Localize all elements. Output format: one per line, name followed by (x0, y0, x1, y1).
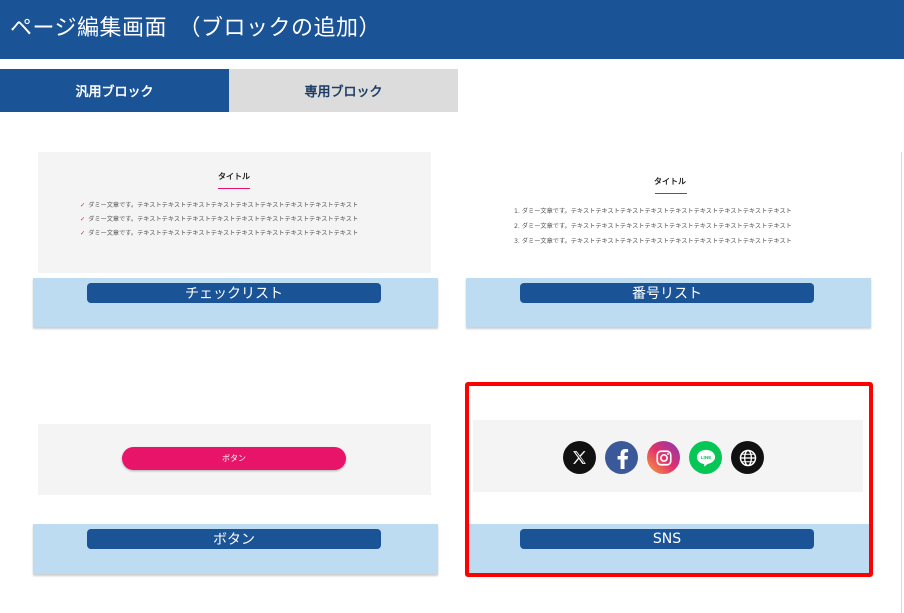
check-icon: ✓ (80, 202, 86, 209)
sns-highlight-frame (465, 382, 873, 577)
title-underline (218, 188, 250, 189)
sample-pink-button: ボタン (122, 447, 346, 470)
numbered-line: 1. ダミー文章です。テキストテキストテキストテキストテキストテキストテキストテ… (514, 208, 792, 215)
check-icon: ✓ (80, 230, 86, 237)
page-title: ページ編集画面 （ブロックの追加） (10, 16, 382, 41)
checklist-line: ✓ ダミー文章です。テキストテキストテキストテキストテキストテキストテキストテキス… (80, 216, 359, 223)
tab-general-blocks[interactable]: 汎用ブロック (0, 69, 229, 112)
check-icon: ✓ (80, 216, 86, 223)
numbered-line: 2. ダミー文章です。テキストテキストテキストテキストテキストテキストテキストテ… (514, 223, 792, 230)
numbered-button[interactable]: 番号リスト (520, 283, 814, 303)
tab-dedicated-blocks[interactable]: 専用ブロック (229, 69, 458, 112)
checklist-line: ✓ ダミー文章です。テキストテキストテキストテキストテキストテキストテキストテキス… (80, 202, 359, 209)
checklist-line: ✓ ダミー文章です。テキストテキストテキストテキストテキストテキストテキストテキス… (80, 230, 359, 237)
title-underline (655, 193, 687, 194)
checklist-preview: タイトル ✓ ダミー文章です。テキストテキストテキストテキストテキストテキストテキ… (38, 152, 431, 273)
button-preview: ボタン (38, 424, 431, 495)
preview-title: タイトル (218, 172, 250, 181)
header-bar: ページ編集画面 （ブロックの追加） (0, 0, 904, 59)
button-block-button[interactable]: ボタン (87, 529, 381, 549)
numbered-line: 3. ダミー文章です。テキストテキストテキストテキストテキストテキストテキストテ… (514, 238, 792, 245)
scroll-divider (901, 152, 902, 613)
preview-title: タイトル (654, 177, 686, 186)
checklist-button[interactable]: チェックリスト (87, 283, 381, 303)
